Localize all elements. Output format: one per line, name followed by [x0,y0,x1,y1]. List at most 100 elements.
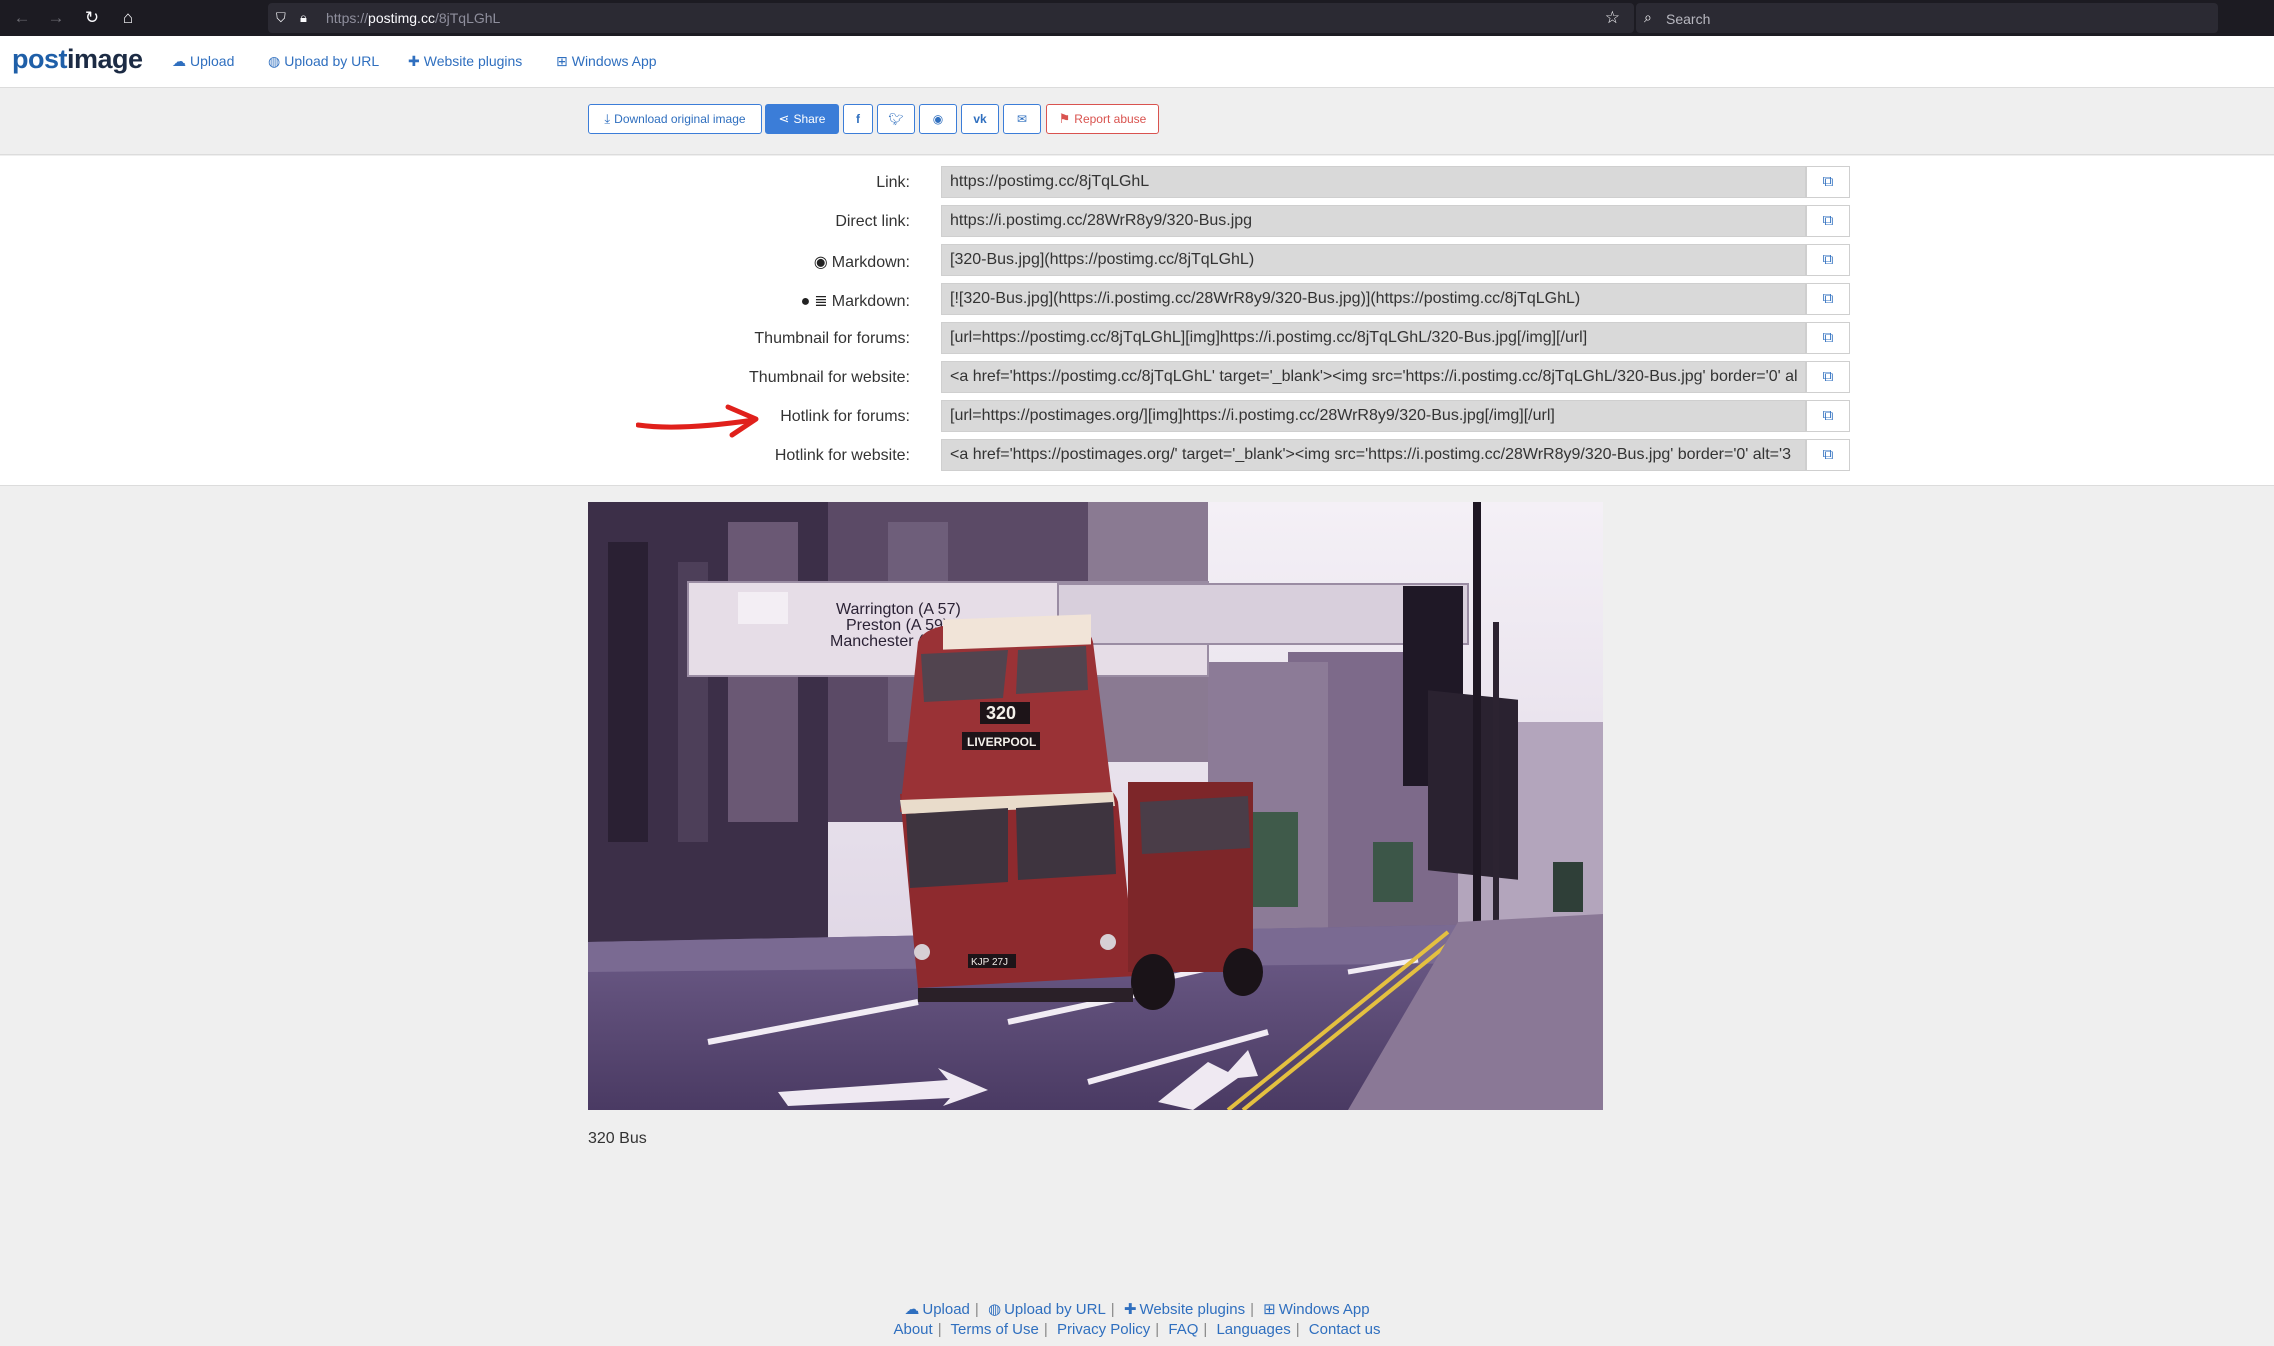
footer-about-link[interactable]: About [893,1321,932,1338]
copy-icon: ⧉ [1822,368,1834,385]
footer-upload-link[interactable]: ☁ Upload [904,1301,970,1318]
thumbnail-website-field[interactable] [941,361,1806,393]
direct-link-row: Direct link: ⧉ [0,205,2274,237]
address-bar[interactable]: ⛉ 🔒︎ https://postimg.cc/8jTqLGhL ☆ [268,3,1634,33]
menu-website-plugins[interactable]: ✚ Website plugins [408,53,522,70]
email-icon: ✉ [1016,112,1028,126]
footer-privacy-link[interactable]: Privacy Policy [1057,1321,1150,1338]
copy-icon: ⧉ [1822,329,1834,346]
uploaded-image[interactable]: Warrington (A 57) Preston (A 59) Manches… [588,502,1603,1110]
email-share-button[interactable]: ✉ [1003,104,1041,134]
image-caption: 320 Bus [588,1130,647,1147]
copy-icon: ⧉ [1822,251,1834,268]
copy-icon: ⧉ [1822,290,1834,307]
site-header: postimage ☁ Upload ◍ Upload by URL ✚ Websit… [0,36,2274,88]
github-markdown-field[interactable] [941,283,1806,315]
bus-plate: KJP 27J [971,957,1008,968]
puzzle-icon: ✚ [1123,1301,1137,1318]
footer-separator: | [1110,1301,1115,1318]
menu-upload[interactable]: ☁ Upload [172,53,234,70]
footer-upload-by-url-link[interactable]: ◍ Upload by URL [988,1301,1106,1318]
menu-windows-app[interactable]: ⊞ Windows App [556,53,657,70]
copy-button[interactable]: ⧉ [1806,166,1850,198]
lock-icon[interactable]: 🔒︎ [300,10,307,26]
footer-separator: | [937,1321,942,1338]
globe-icon: ◍ [987,1301,1002,1318]
shield-icon[interactable]: ⛉ [276,10,286,26]
link-row: Link: ⧉ [0,166,2274,198]
postimage-logo[interactable]: postimage [12,44,143,75]
image-toolbar: ⤓ Download original image ⋖ Share f 🐦︎ ◉ v… [0,89,2274,155]
footer-contact-link[interactable]: Contact us [1309,1321,1381,1338]
link-field[interactable] [941,166,1806,198]
facebook-share-button[interactable]: f [843,104,873,134]
footer-terms-link[interactable]: Terms of Use [951,1321,1039,1338]
puzzle-icon: ✚ [408,53,420,69]
copy-button[interactable]: ⧉ [1806,400,1850,432]
footer-nav-primary: ☁ Upload | ◍ Upload by URL | ✚ Website plugin… [0,1300,2274,1318]
browser-search-bar[interactable]: ⌕ Search [1636,3,2218,33]
windows-icon: ⊞ [556,53,568,69]
copy-button[interactable]: ⧉ [1806,244,1850,276]
windows-icon: ⊞ [1263,1301,1276,1318]
reddit-markdown-field[interactable] [941,244,1806,276]
direct-link-field[interactable] [941,205,1806,237]
github-icon: ● [800,293,811,310]
copy-button[interactable]: ⧉ [1806,283,1850,315]
report-abuse-button[interactable]: ⚑ Report abuse [1046,104,1159,134]
bus-destination: LIVERPOOL [967,735,1036,749]
menu-upload-by-url[interactable]: ◍ Upload by URL [268,53,379,70]
footer-separator: | [974,1301,979,1318]
copy-icon: ⧉ [1822,407,1834,424]
search-placeholder: Search [1666,11,1711,27]
reddit-markdown-row: ◉Markdown: ⧉ [0,244,2274,276]
twitter-icon: 🐦︎ [888,112,904,126]
copy-button[interactable]: ⧉ [1806,439,1850,471]
back-icon[interactable]: ← [10,6,34,30]
flag-icon: ⚑ [1058,111,1071,126]
footer-website-plugins-link[interactable]: ✚ Website plugins [1124,1301,1245,1318]
copy-icon: ⧉ [1822,173,1834,190]
bus-number: 320 [986,703,1016,723]
forward-icon[interactable]: → [44,6,68,30]
copy-button[interactable]: ⧉ [1806,361,1850,393]
copy-icon: ⧉ [1822,446,1834,463]
hotlink-website-field[interactable] [941,439,1806,471]
reload-icon[interactable]: ↻ [80,6,104,30]
vk-share-button[interactable]: vk [961,104,999,134]
footer-separator: | [1203,1321,1208,1338]
share-links-panel: Link: ⧉ Direct link: ⧉ ◉Markdown: ⧉ ●≣Ma… [0,156,2274,486]
globe-icon: ◍ [268,53,281,69]
github-markdown-row: ●≣Markdown: ⧉ [0,283,2274,315]
footer-separator: | [1295,1321,1300,1338]
link-label: Link: [876,174,910,191]
share-icon: ⋖ [778,111,790,126]
hotlink-forums-field[interactable] [941,400,1806,432]
reddit-share-button[interactable]: ◉ [919,104,957,134]
link-label: ◉ Markdown: [813,254,910,271]
link-label: ● ≣ Markdown: [800,293,910,310]
cloud-upload-icon: ☁ [904,1301,920,1318]
link-label: Thumbnail for forums: [754,330,910,347]
footer-faq-link[interactable]: FAQ [1168,1321,1198,1338]
download-original-button[interactable]: ⤓ Download original image [588,104,762,134]
stackoverflow-icon: ≣ [814,293,828,310]
cloud-upload-icon: ☁ [172,53,186,69]
bookmark-star-icon[interactable]: ☆ [1605,8,1620,28]
search-icon: ⌕ [1644,9,1652,25]
reddit-icon: ◉ [813,254,828,271]
copy-icon: ⧉ [1822,212,1834,229]
thumbnail-website-row: Thumbnail for website: ⧉ [0,361,2274,393]
footer-languages-link[interactable]: Languages [1216,1321,1290,1338]
link-label: Thumbnail for website: [749,369,910,386]
footer-windows-app-link[interactable]: ⊞ Windows App [1263,1301,1369,1318]
home-icon[interactable]: ⌂ [116,6,140,30]
thumbnail-forums-field[interactable] [941,322,1806,354]
facebook-icon: f [856,112,860,126]
copy-button[interactable]: ⧉ [1806,205,1850,237]
sign-text-1: Warrington (A 57) [836,601,961,618]
copy-button[interactable]: ⧉ [1806,322,1850,354]
share-button[interactable]: ⋖ Share [765,104,839,134]
twitter-share-button[interactable]: 🐦︎ [877,104,915,134]
url-text[interactable]: https://postimg.cc/8jTqLGhL [326,10,500,26]
